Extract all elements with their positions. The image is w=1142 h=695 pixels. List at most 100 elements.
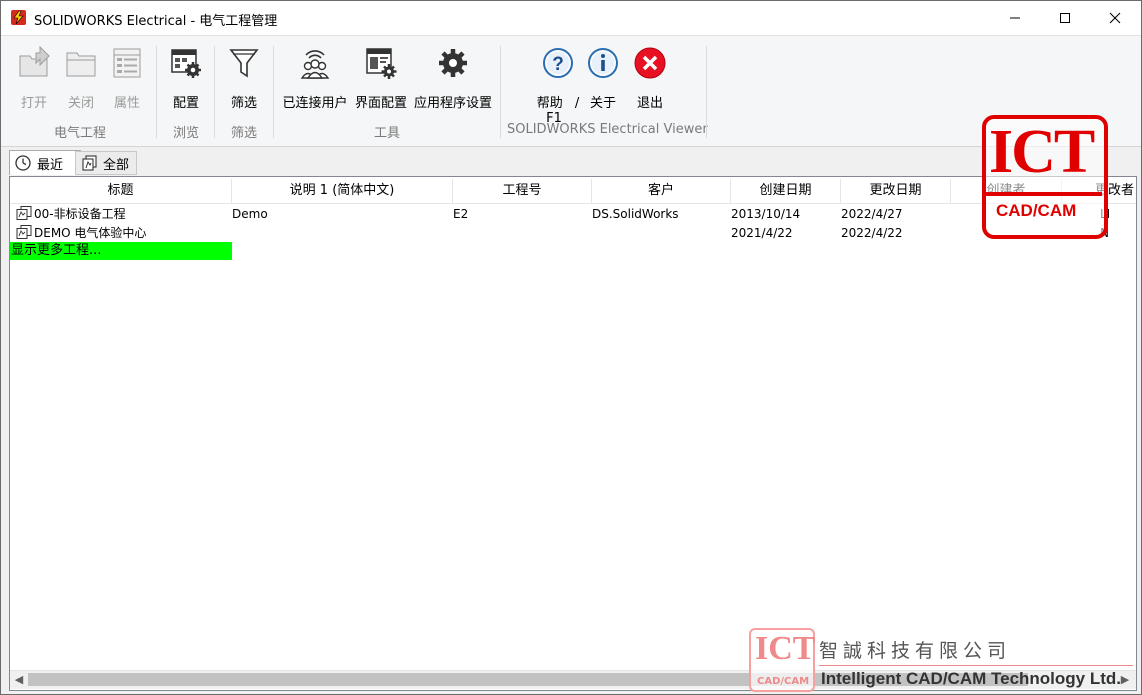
table-row[interactable]: DEMO 电气体验中心 2021/4/22 2022/4/22 N	[10, 224, 1136, 243]
group-label-tools: 工具	[373, 126, 400, 141]
company-logo-ict: ICT	[755, 630, 816, 667]
row-title-text: 00-非标设备工程	[34, 207, 126, 221]
about-label: 关于	[589, 96, 616, 111]
cell-customer: DS.SolidWorks	[592, 207, 679, 221]
project-list: 标题 说明 1 (简体中文) 工程号 客户 创建日期 更改日期 创建者 更改者 …	[9, 176, 1137, 691]
row-title-text: DEMO 电气体验中心	[34, 226, 147, 240]
projects-stack-icon	[82, 155, 97, 171]
properties-label: 属性	[113, 96, 140, 111]
open-button[interactable]: 打开	[11, 44, 57, 124]
tab-recent[interactable]: 最近	[9, 150, 81, 175]
project-icon	[16, 225, 32, 239]
ribbon-separator	[156, 46, 157, 138]
window-title: SOLIDWORKS Electrical - 电气工程管理	[34, 14, 278, 29]
filter-funnel-icon	[229, 49, 259, 78]
cell-customer	[592, 224, 729, 243]
cell-project-number	[453, 224, 590, 243]
cell-project-number: E2	[453, 207, 469, 221]
connected-users-button[interactable]: 已连接用户	[281, 44, 349, 124]
closed-folder-icon	[66, 52, 96, 77]
gear-icon	[439, 49, 467, 77]
cell-title: 00-非标设备工程	[16, 205, 230, 224]
ict-watermark-logo: ICT CAD/CAM	[982, 115, 1108, 239]
show-more-projects-link[interactable]: 显示更多工程...	[10, 242, 232, 260]
tab-all-label: 全部	[103, 157, 130, 173]
project-icon	[16, 206, 32, 220]
column-header-description[interactable]: 说明 1 (简体中文)	[232, 179, 453, 203]
open-folder-icon	[19, 46, 50, 77]
interface-config-label: 界面配置	[354, 96, 407, 111]
ribbon-separator	[500, 46, 501, 138]
column-header-title[interactable]: 标题	[10, 179, 232, 203]
connected-users-label: 已连接用户	[282, 96, 348, 111]
company-name-english: Intelligent CAD/CAM Technology Ltd.	[821, 669, 1121, 688]
configure-label: 配置	[172, 96, 199, 111]
group-label-viewer: SOLIDWORKS Electrical Viewer	[507, 122, 708, 137]
group-label-browse: 浏览	[172, 126, 199, 141]
help-button[interactable]: ? 帮助 / F1	[533, 44, 583, 126]
maximize-button[interactable]	[1041, 1, 1089, 35]
clock-icon	[15, 155, 31, 171]
tab-recent-label: 最近	[37, 157, 64, 173]
help-slash: /	[574, 96, 580, 111]
minimize-button[interactable]	[991, 1, 1039, 35]
ribbon-separator	[706, 46, 707, 138]
configure-button[interactable]: 配置	[163, 44, 209, 124]
help-text: 帮助	[536, 96, 563, 111]
open-label: 打开	[20, 96, 47, 111]
logo-cadcam-text: CAD/CAM	[996, 201, 1077, 220]
solidworks-electrical-icon	[11, 10, 26, 25]
cell-title: DEMO 电气体验中心	[16, 224, 230, 243]
table-header: 标题 说明 1 (简体中文) 工程号 客户 创建日期 更改日期 创建者 更改者	[10, 179, 1136, 204]
maximize-icon	[1060, 13, 1070, 23]
company-name-chinese: 智誠科技有限公司	[819, 640, 1012, 662]
logo-divider	[986, 192, 1102, 196]
cell-modified: 2022/4/27	[841, 207, 903, 221]
properties-button[interactable]: 属性	[105, 44, 149, 124]
filter-label: 筛选	[230, 96, 257, 111]
exit-x-icon	[634, 47, 666, 79]
configure-icon	[171, 49, 201, 78]
company-divider	[819, 665, 1133, 666]
exit-button[interactable]: 退出	[629, 44, 671, 124]
table-row[interactable]: 00-非标设备工程 Demo E2 DS.SolidWorks 2013/10/…	[10, 205, 1136, 224]
company-logo-box: ICT CAD/CAM	[749, 628, 815, 692]
scroll-left-arrow-icon[interactable]: ◀	[12, 673, 26, 687]
properties-icon	[113, 48, 141, 78]
cell-created: 2021/4/22	[731, 226, 793, 240]
group-label-project: 电气工程	[53, 126, 106, 141]
filter-button[interactable]: 筛选	[221, 44, 267, 124]
ribbon-separator	[273, 46, 274, 138]
help-question-icon: ?	[543, 48, 573, 78]
about-button[interactable]: 关于	[583, 44, 623, 124]
minimize-icon	[1010, 17, 1020, 19]
title-bar: SOLIDWORKS Electrical - 电气工程管理	[1, 1, 1141, 35]
logo-ict-text: ICT	[989, 118, 1095, 186]
tab-all[interactable]: 全部	[75, 151, 137, 175]
ribbon-separator	[214, 46, 215, 138]
company-watermark: ICT CAD/CAM 智誠科技有限公司 Intelligent CAD/CAM…	[749, 628, 1137, 692]
connected-users-icon	[300, 50, 330, 79]
app-settings-label: 应用程序设置	[413, 96, 492, 111]
app-settings-button[interactable]: 应用程序设置	[413, 44, 493, 124]
cell-created: 2013/10/14	[731, 207, 801, 221]
cell-modified: 2022/4/22	[841, 226, 903, 240]
svg-text:?: ?	[552, 54, 564, 75]
column-header-modified[interactable]: 更改日期	[841, 179, 951, 203]
column-header-project-number[interactable]: 工程号	[453, 179, 592, 203]
interface-config-icon	[366, 48, 397, 79]
group-label-filter: 筛选	[230, 126, 257, 141]
exit-label: 退出	[636, 96, 663, 111]
interface-config-button[interactable]: 界面配置	[353, 44, 409, 124]
help-label: 帮助 / F1	[533, 92, 583, 126]
column-header-created[interactable]: 创建日期	[731, 179, 841, 203]
cell-description: Demo	[232, 207, 268, 221]
close-window-button[interactable]	[1091, 1, 1139, 35]
close-label: 关闭	[67, 96, 94, 111]
close-project-button[interactable]: 关闭	[59, 44, 103, 124]
company-logo-cadcam: CAD/CAM	[757, 676, 810, 687]
ribbon: 打开 关闭 属性 电气工程 配置 浏览 筛选 筛选 已连接用户 界面配置 应用程…	[1, 35, 1141, 147]
info-icon	[588, 48, 618, 78]
cell-description	[232, 224, 451, 243]
column-header-customer[interactable]: 客户	[592, 179, 731, 203]
